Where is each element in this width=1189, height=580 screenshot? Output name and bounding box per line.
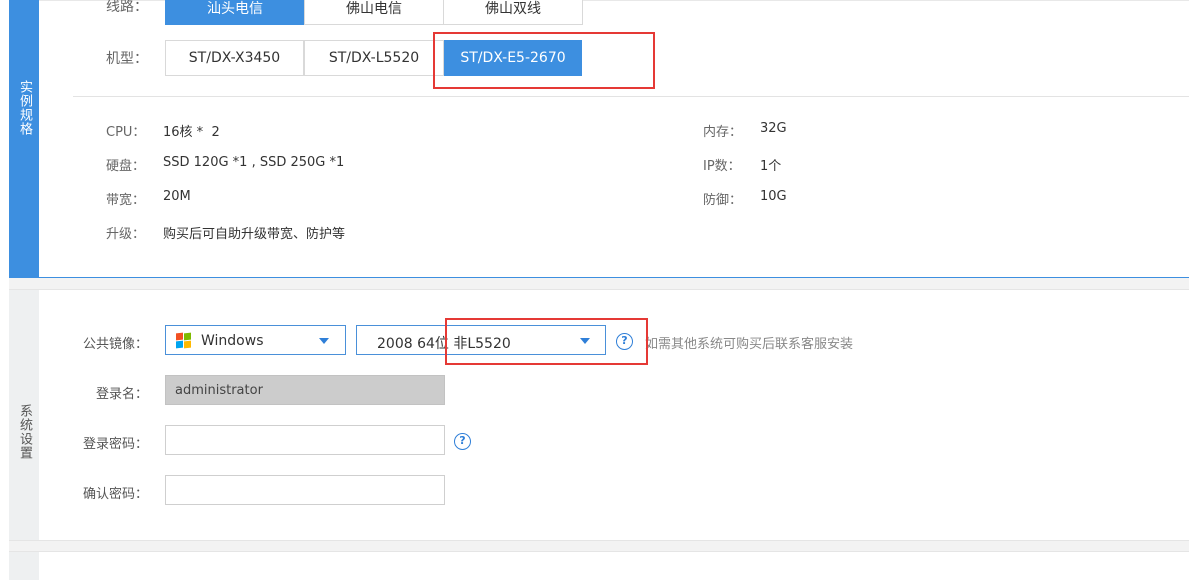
windows-logo-icon bbox=[176, 332, 193, 349]
bandwidth-value: 20M bbox=[163, 189, 191, 204]
model-label: 机型： bbox=[106, 51, 148, 67]
public-image-label: 公共镜像： bbox=[82, 337, 148, 352]
spec-divider bbox=[73, 96, 1189, 97]
upgrade-value: 购买后可自助升级带宽、防护等 bbox=[163, 227, 346, 242]
model-option-e5-2670[interactable]: ST/DX-E5-2670 bbox=[444, 40, 582, 76]
os-select-value: Windows bbox=[201, 333, 264, 349]
bandwidth-label: 带宽： bbox=[106, 193, 146, 208]
instance-spec-sidebar bbox=[9, 0, 39, 278]
image-hint-text: 如需其他系统可购买后联系客服安装 bbox=[645, 337, 854, 352]
next-section-sidebar bbox=[9, 552, 39, 580]
disk-label: 硬盘： bbox=[106, 159, 146, 174]
login-name-label: 登录名： bbox=[95, 387, 148, 402]
instance-spec-title: 实例规格 bbox=[17, 80, 32, 136]
section-gap-bottom bbox=[9, 541, 1189, 551]
os-select[interactable]: Windows bbox=[165, 325, 346, 355]
system-settings-title: 系统设置 bbox=[17, 404, 32, 460]
model-option-x3450[interactable]: ST/DX-X3450 bbox=[165, 40, 304, 76]
caret-down-icon bbox=[319, 338, 329, 344]
line-option-shantou-telecom[interactable]: 汕头电信 bbox=[165, 0, 305, 25]
next-section bbox=[9, 551, 1189, 580]
password-label: 登录密码： bbox=[82, 437, 148, 452]
defense-label: 防御： bbox=[703, 193, 743, 208]
cpu-value: 16核 * 2 bbox=[163, 125, 220, 140]
cpu-label: CPU： bbox=[106, 125, 146, 140]
os-version-select-value: 2008 64位 非L5520 bbox=[377, 336, 511, 352]
defense-value: 10G bbox=[760, 189, 787, 204]
model-option-l5520[interactable]: ST/DX-L5520 bbox=[304, 40, 444, 76]
ip-value: 1个 bbox=[760, 159, 782, 174]
confirm-password-input[interactable] bbox=[165, 475, 445, 505]
line-option-foshan-telecom[interactable]: 佛山电信 bbox=[304, 0, 444, 25]
disk-value: SSD 120G *1 , SSD 250G *1 bbox=[163, 155, 345, 170]
help-circle-icon[interactable]: ? bbox=[616, 333, 633, 350]
upgrade-label: 升级： bbox=[106, 227, 146, 242]
ip-label: IP数： bbox=[703, 159, 741, 174]
password-input[interactable] bbox=[165, 425, 445, 455]
line-label: 线路： bbox=[106, 0, 148, 15]
os-version-select[interactable]: 2008 64位 非L5520 bbox=[356, 325, 606, 355]
line-option-foshan-dual[interactable]: 佛山双线 bbox=[443, 0, 583, 25]
memory-label: 内存： bbox=[703, 125, 743, 140]
login-name-input bbox=[165, 375, 445, 405]
help-circle-icon[interactable]: ? bbox=[454, 433, 471, 450]
confirm-password-label: 确认密码： bbox=[82, 487, 148, 502]
memory-value: 32G bbox=[760, 121, 787, 136]
caret-down-icon bbox=[580, 338, 590, 344]
